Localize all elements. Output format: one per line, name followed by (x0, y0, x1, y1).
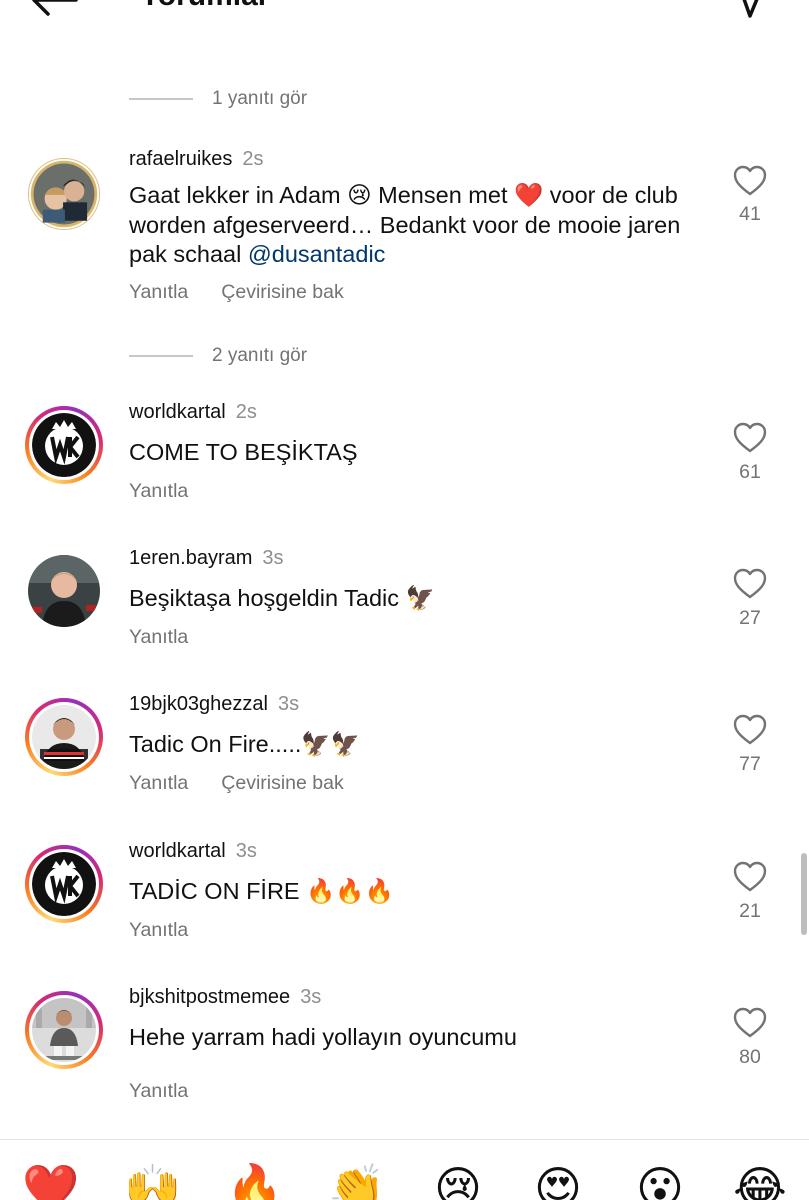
comment-actions: Yanıtla (129, 1080, 188, 1103)
comment-text: Gaat lekker in Adam 😢 Mensen met ❤️ voor… (129, 181, 719, 270)
comment-header: 1eren.bayram 3s (129, 546, 284, 570)
timestamp: 3s (262, 547, 284, 569)
heart-icon[interactable] (733, 568, 767, 600)
comment-actions: Yanıtla (129, 626, 188, 649)
heart-icon[interactable] (733, 165, 767, 197)
avatar-photo (28, 555, 100, 627)
emoji-reaction-bar: ❤️ 🙌 🔥 👏 😢 😍 😮 😂 (0, 1160, 809, 1200)
reply-button[interactable]: Yanıtla (129, 626, 188, 649)
filter-icon[interactable] (734, 0, 768, 18)
comment-header: worldkartal 3s (129, 839, 257, 863)
heart-icon[interactable] (733, 861, 767, 893)
emoji-heart-eyes[interactable]: 😍 (530, 1160, 586, 1200)
emoji-crying[interactable]: 😢 (430, 1160, 486, 1200)
like-count: 77 (739, 753, 761, 775)
divider-line (129, 98, 193, 100)
comment-actions: Yanıtla (129, 480, 188, 503)
view-replies-toggle[interactable]: 2 yanıtı gör (129, 344, 307, 368)
avatar[interactable] (25, 698, 103, 776)
avatar-photo (32, 998, 96, 1062)
mention-link[interactable]: @dusantadic (248, 241, 386, 267)
username[interactable]: rafaelruikes (129, 148, 232, 170)
page-title: Yorumlar (140, 0, 269, 14)
reply-button[interactable]: Yanıtla (129, 772, 188, 795)
emoji-raising-hands[interactable]: 🙌 (124, 1160, 181, 1200)
avatar-photo (30, 160, 98, 228)
emoji-fire[interactable]: 🔥 (226, 1160, 283, 1200)
see-translation-button[interactable]: Çevirisine bak (221, 281, 343, 304)
divider (0, 1139, 809, 1140)
comment-header: bjkshitpostmemee 3s (129, 985, 321, 1009)
avatar[interactable] (25, 552, 103, 630)
heart-icon[interactable] (733, 422, 767, 454)
view-replies-label: 2 yanıtı gör (212, 345, 308, 366)
emoji-heart[interactable]: ❤️ (22, 1160, 79, 1200)
username[interactable]: worldkartal (129, 840, 226, 862)
avatar-photo (32, 705, 96, 769)
avatar[interactable] (25, 991, 103, 1069)
like-count: 27 (739, 607, 761, 629)
emoji-clapping[interactable]: 👏 (328, 1160, 385, 1200)
comment-text: Tadic On Fire.....🦅🦅 (129, 731, 360, 757)
wk-logo (32, 413, 96, 477)
view-replies-toggle[interactable]: 1 yanıtı gör (129, 87, 307, 111)
comment-header: 19bjk03ghezzal 3s (129, 692, 299, 716)
comment-header: rafaelruikes 2s (129, 147, 264, 171)
timestamp: 2s (235, 401, 257, 423)
comment-text: COME TO BEŞİKTAŞ (129, 439, 358, 465)
timestamp: 3s (278, 693, 300, 715)
comment-body: Gaat lekker in Adam 😢 Mensen met ❤️ voor… (129, 182, 681, 267)
reply-button[interactable]: Yanıtla (129, 480, 188, 503)
emoji-laughing[interactable]: 😂 (732, 1160, 788, 1200)
back-arrow-icon[interactable] (30, 0, 80, 18)
avatar[interactable] (25, 845, 103, 923)
like-count: 80 (739, 1046, 761, 1068)
heart-icon[interactable] (733, 1007, 767, 1039)
divider-line (129, 355, 193, 357)
avatar[interactable] (25, 155, 103, 233)
comment-actions: Yanıtla Çevirisine bak (129, 772, 344, 795)
comment-text: TADİC ON FİRE 🔥🔥🔥 (129, 878, 394, 904)
username[interactable]: bjkshitpostmemee (129, 986, 290, 1008)
reply-button[interactable]: Yanıtla (129, 281, 188, 304)
view-replies-label: 1 yanıtı gör (212, 88, 308, 109)
like-count: 61 (739, 461, 761, 483)
comment-text: Hehe yarram hadi yollayın oyuncumu (129, 1024, 517, 1050)
reply-button[interactable]: Yanıtla (129, 919, 188, 942)
comment-actions: Yanıtla Çevirisine bak (129, 281, 344, 304)
timestamp: 3s (235, 840, 257, 862)
comment-text: Beşiktaşa hoşgeldin Tadic 🦅 (129, 585, 435, 611)
heart-icon[interactable] (733, 714, 767, 746)
username[interactable]: worldkartal (129, 401, 226, 423)
username[interactable]: 19bjk03ghezzal (129, 693, 268, 715)
like-count: 41 (739, 203, 761, 225)
see-translation-button[interactable]: Çevirisine bak (221, 772, 343, 795)
header: Yorumlar (0, 0, 809, 22)
wk-logo (32, 852, 96, 916)
scrollbar-thumb[interactable] (801, 853, 807, 935)
timestamp: 2s (242, 148, 264, 170)
comment-header: worldkartal 2s (129, 400, 257, 424)
username[interactable]: 1eren.bayram (129, 547, 252, 569)
emoji-surprised[interactable]: 😮 (632, 1160, 688, 1200)
avatar[interactable] (25, 406, 103, 484)
like-count: 21 (739, 900, 761, 922)
timestamp: 3s (300, 986, 322, 1008)
reply-button[interactable]: Yanıtla (129, 1080, 188, 1103)
comment-actions: Yanıtla (129, 919, 188, 942)
